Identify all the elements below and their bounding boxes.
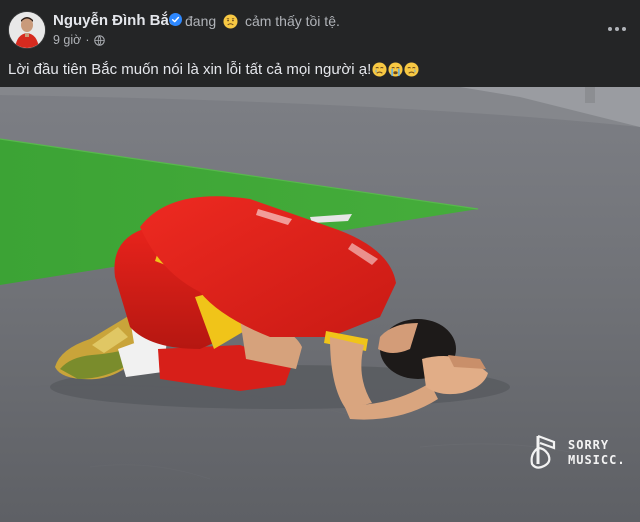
more-options-icon[interactable] [605, 22, 629, 36]
post-time[interactable]: 9 giờ [53, 33, 81, 47]
feeling-text[interactable]: cảm thấy tồi tệ. [245, 13, 340, 29]
avatar[interactable] [8, 11, 46, 49]
post-photo[interactable] [0, 87, 640, 522]
post-caption: Lời đầu tiên Bắc muốn nói là xin lỗi tất… [8, 61, 419, 78]
sad-face-emoji [223, 14, 238, 29]
meta-separator: · [85, 33, 90, 47]
feeling-activity: đang cảm thấy tồi tệ. [185, 13, 340, 29]
sorry-musicc-logo-icon [530, 434, 556, 469]
watermark-line-1: SORRY [568, 438, 610, 452]
crying-face-emoji [388, 62, 403, 77]
globe-icon[interactable] [93, 34, 105, 46]
post-meta: 9 giờ · [53, 33, 105, 47]
verified-badge-icon [169, 13, 182, 26]
caption-text: Lời đầu tiên Bắc muốn nói là xin lỗi tất… [8, 61, 372, 78]
watermark-line-2: MUSICC. [568, 453, 626, 467]
facebook-post: Nguyễn Đình Bắc đang cảm thấy tồi tệ. 9 … [0, 0, 640, 522]
watermark-text: SORRY MUSICC. [568, 438, 626, 468]
feeling-prefix: đang [185, 13, 217, 29]
crying-face-emoji [372, 62, 387, 77]
author-name[interactable]: Nguyễn Đình Bắc [53, 12, 177, 29]
post-header: Nguyễn Đình Bắc đang cảm thấy tồi tệ. 9 … [0, 0, 640, 56]
crying-face-emoji [404, 62, 419, 77]
